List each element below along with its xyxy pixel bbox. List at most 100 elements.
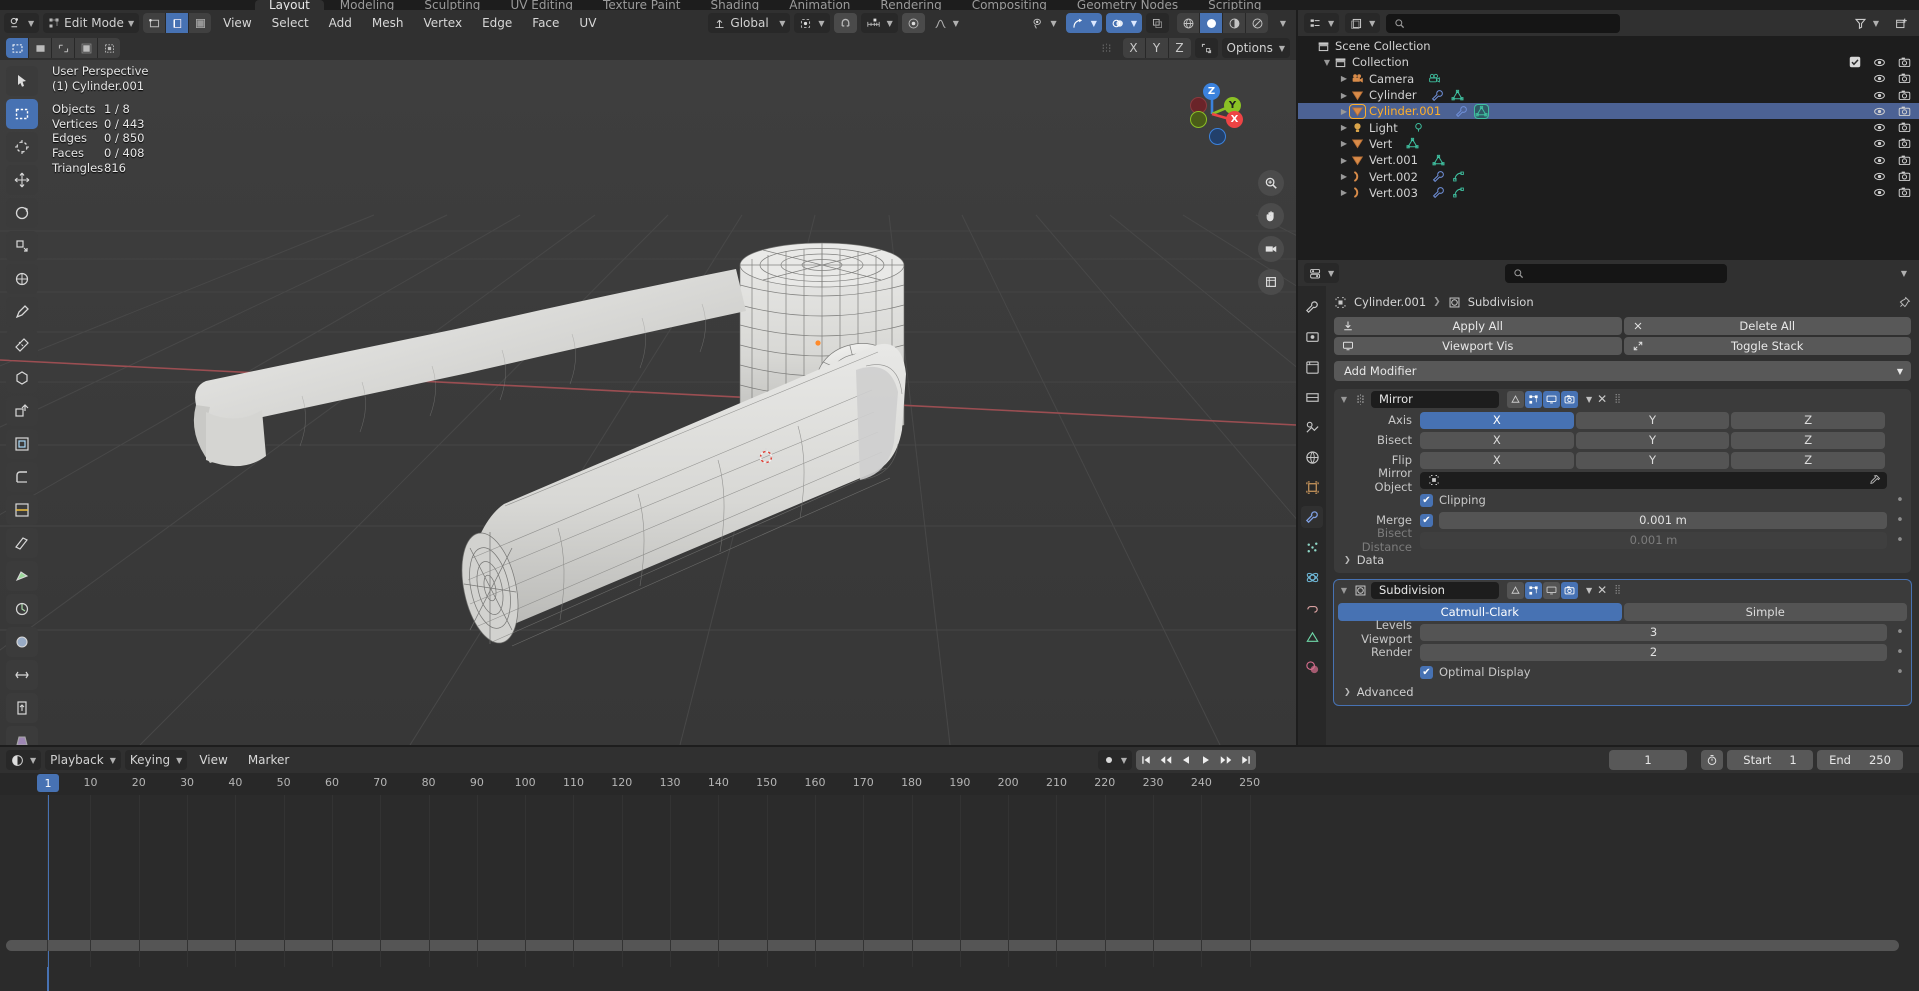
record-icon[interactable]: ▼ [1097, 750, 1132, 770]
axis-axis-group[interactable]: XYZ [1420, 411, 1886, 429]
on-cage-icon[interactable] [1507, 390, 1524, 408]
on-cage-icon[interactable] [1507, 581, 1524, 599]
modifier-icon[interactable] [1432, 186, 1445, 199]
jump-end-icon[interactable] [1236, 750, 1256, 770]
workspace-tab-scripting[interactable]: Scripting [1194, 0, 1275, 10]
pin-icon[interactable] [1898, 296, 1911, 309]
pivot-point-icon[interactable]: ▼ [794, 13, 830, 33]
mesh-select-mode-group[interactable] [143, 13, 212, 33]
world-tab-icon[interactable] [1301, 446, 1323, 468]
outliner-row-light[interactable]: ▶ Light [1298, 119, 1919, 135]
outliner-row-camera[interactable]: ▶ Camera [1298, 71, 1919, 87]
snap-increment-icon[interactable]: ▼ [860, 13, 898, 33]
menu-mesh[interactable]: Mesh [364, 13, 412, 33]
outliner-row-vert[interactable]: ▶ Vert [1298, 136, 1919, 152]
modifier-stack[interactable]: ▼ Mirror ▼ ✕ ⣿ Axis X Y Z Bisect X Y Z Flip X Y Z Mirror … [1334, 389, 1911, 705]
delete-all-button[interactable]: Delete All [1623, 317, 1911, 335]
material-shading-icon[interactable] [1223, 13, 1245, 33]
workspace-tab-uv-editing[interactable]: UV Editing [496, 0, 587, 10]
gizmo-axis-neg-y[interactable] [1190, 111, 1207, 128]
poly-build-tool-icon[interactable] [6, 561, 38, 591]
timeline-editor[interactable]: ▼ Playback ▼ Keying ▼ View Marker ▼ 1 St… [0, 747, 1919, 991]
object-visibility-icon[interactable]: ▼ [1026, 13, 1062, 33]
end-frame-field[interactable]: End 250 [1817, 750, 1903, 770]
disclosure-triangle-icon[interactable]: ▶ [1338, 188, 1350, 197]
xray-icon[interactable] [1146, 13, 1169, 33]
apply-all-button[interactable]: Apply All [1334, 317, 1622, 335]
visibility-eye-icon[interactable] [1873, 72, 1886, 85]
modifier-icon[interactable] [1431, 89, 1444, 102]
visibility-eye-icon[interactable] [1873, 56, 1886, 69]
new-collection-icon[interactable] [1890, 13, 1913, 33]
visibility-eye-icon[interactable] [1873, 137, 1886, 150]
tweak-tool-icon[interactable] [6, 66, 38, 96]
render-tab-icon[interactable] [1301, 326, 1323, 348]
scale-tool-icon[interactable] [6, 231, 38, 261]
chevron-down-icon[interactable]: ▼ [1586, 395, 1592, 404]
visibility-eye-icon[interactable] [1873, 105, 1886, 118]
modifier-icon[interactable] [1455, 105, 1468, 118]
outliner-tree[interactable]: Scene Collection ▼ Collection ▶ Camera ▶ Cylin… [1298, 36, 1919, 201]
outliner-filter-display-icon[interactable]: ▼ [1345, 13, 1381, 33]
view-layer-tab-icon[interactable] [1301, 386, 1323, 408]
viewport-nav-buttons[interactable] [1258, 170, 1284, 295]
timeline-horizontal-scrollbar[interactable] [6, 940, 1899, 951]
add-cube-tool-icon[interactable] [6, 363, 38, 393]
shading-options-dropdown[interactable]: ▼ [1272, 13, 1292, 33]
tweak-icon[interactable] [75, 38, 97, 58]
subdivision-algorithm-group[interactable]: Catmull-Clark Simple [1334, 603, 1911, 621]
modifier-expand-icon[interactable]: ▼ [1338, 586, 1350, 595]
viewport-canvas[interactable]: User Perspective (1) Cylinder.001 Object… [0, 60, 1296, 745]
drag-grip-icon[interactable]: ⣿ [1612, 585, 1624, 595]
pan-hand-icon[interactable] [1258, 203, 1284, 229]
mirror-axis-z[interactable]: Z [1168, 38, 1191, 58]
outliner-row-collection[interactable]: ▼ Collection [1298, 54, 1919, 70]
properties-options-dropdown[interactable]: ▼ [1893, 263, 1913, 283]
light-data-icon[interactable] [1412, 121, 1425, 134]
timeline-body[interactable]: 1 [0, 774, 1919, 991]
animate-dot-icon[interactable]: • [1893, 533, 1907, 548]
editor-type-icon[interactable]: ▼ [4, 13, 40, 33]
current-frame-field[interactable]: 1 [1609, 750, 1687, 770]
magnet-icon[interactable] [833, 13, 857, 33]
disclosure-triangle-icon[interactable]: ▶ [1338, 139, 1350, 148]
flip-axis-x[interactable]: X [1420, 451, 1574, 469]
disclosure-triangle-icon[interactable]: ▶ [1338, 156, 1350, 165]
subpanel-advanced[interactable]: ❯ Advanced [1334, 681, 1911, 699]
timeline-editor-icon[interactable]: ▼ [6, 750, 42, 770]
select-lasso-icon[interactable] [52, 38, 74, 58]
workspace-tab-texture-paint[interactable]: Texture Paint [589, 0, 694, 10]
camera-view-icon[interactable] [1258, 236, 1284, 262]
clipping-checkbox[interactable]: ✔ [1420, 493, 1433, 507]
edit-mode-icon[interactable] [1525, 390, 1542, 408]
ortho-persp-icon[interactable] [1258, 269, 1284, 295]
gizmo-axis-x[interactable]: X [1226, 111, 1243, 128]
outliner-editor[interactable]: ▼ ▼ ▼ Scene Collection ▼ Collection ▶ Camera… [1298, 10, 1919, 258]
smooth-falloff-icon[interactable]: ▼ [929, 13, 964, 33]
render-visibility-camera-icon[interactable] [1898, 72, 1911, 85]
navigation-gizmo[interactable]: Z Y X [1176, 78, 1248, 150]
mode-selector[interactable]: Edit Mode ▼ [43, 13, 140, 33]
render-visibility-camera-icon[interactable] [1898, 89, 1911, 102]
camera-data-icon[interactable] [1428, 72, 1441, 85]
outliner-search-input[interactable] [1386, 13, 1620, 33]
disclosure-triangle-icon[interactable]: ▶ [1338, 74, 1350, 83]
render-icon[interactable] [1561, 581, 1578, 599]
transport-controls[interactable] [1136, 750, 1256, 770]
outliner-display-mode-icon[interactable]: ▼ [1304, 13, 1340, 33]
breadcrumb-modifier[interactable]: Subdivision [1468, 295, 1534, 309]
select-extend-icon[interactable] [98, 38, 120, 58]
modifier-tab-icon[interactable] [1301, 506, 1323, 528]
animate-dot-icon[interactable]: • [1893, 625, 1907, 640]
select-tool-group[interactable] [6, 38, 120, 58]
workspace-tab-layout[interactable]: Layout [255, 0, 324, 10]
animate-dot-icon[interactable]: • [1893, 665, 1907, 680]
mesh-data-icon[interactable] [1474, 103, 1490, 119]
axis-axis-z[interactable]: Z [1731, 411, 1886, 429]
3d-viewport[interactable]: ▼ Edit Mode ▼ View Select Add Mesh Verte… [0, 10, 1296, 745]
vertex-select-icon[interactable] [143, 13, 166, 33]
render-icon[interactable] [1561, 390, 1578, 408]
visibility-eye-icon[interactable] [1873, 186, 1886, 199]
curve-data-icon[interactable] [1452, 170, 1465, 183]
visibility-eye-icon[interactable] [1873, 170, 1886, 183]
